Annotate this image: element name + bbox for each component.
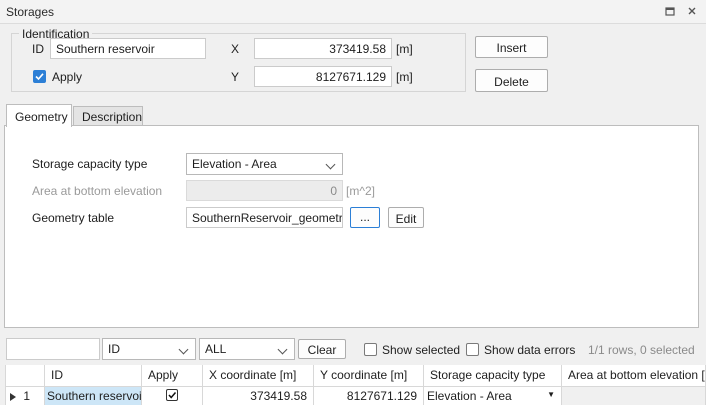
row-apply-checkbox[interactable]: [166, 389, 178, 401]
row-header-corner: [5, 365, 45, 387]
value-filter-select[interactable]: ALL: [199, 338, 295, 360]
edit-button[interactable]: Edit: [388, 207, 424, 228]
x-unit: [m]: [396, 42, 413, 56]
chevron-down-icon: [325, 159, 336, 170]
x-field[interactable]: 373419.58: [254, 38, 392, 59]
close-icon[interactable]: [684, 4, 700, 20]
id-label: ID: [32, 42, 44, 56]
window-titlebar: [0, 0, 706, 24]
restore-icon[interactable]: [662, 4, 678, 20]
column-header-id[interactable]: ID: [45, 365, 142, 387]
chevron-down-icon: [178, 344, 189, 355]
cell-y[interactable]: 8127671.129: [314, 387, 424, 405]
apply-label: Apply: [52, 70, 83, 84]
chevron-down-icon: [277, 344, 288, 355]
insert-button[interactable]: Insert: [475, 36, 548, 58]
geometry-table-field[interactable]: SouthernReservoir_geometry: [186, 207, 343, 228]
cell-capacity-type[interactable]: Elevation - Area ▼: [424, 387, 562, 405]
row-header[interactable]: 1: [5, 387, 45, 405]
row-status: 1/1 rows, 0 selected: [588, 343, 695, 357]
id-field[interactable]: Southern reservoir: [50, 38, 206, 59]
column-header-capacity-type[interactable]: Storage capacity type: [424, 365, 562, 387]
y-unit: [m]: [396, 70, 413, 84]
check-icon: [168, 392, 177, 399]
show-errors-checkbox[interactable]: [466, 343, 479, 356]
window-title: Storages: [6, 5, 55, 19]
row-number: 1: [23, 389, 31, 403]
show-selected-checkbox[interactable]: [364, 343, 377, 356]
browse-button[interactable]: ...: [350, 207, 380, 228]
search-input[interactable]: [6, 338, 100, 360]
bottom-area-label: Area at bottom elevation: [32, 184, 163, 198]
tab-description[interactable]: Description: [73, 106, 143, 126]
cell-apply[interactable]: [142, 387, 203, 405]
check-icon: [35, 73, 44, 81]
geometry-table-label: Geometry table: [32, 211, 115, 225]
cell-x[interactable]: 373419.58: [203, 387, 314, 405]
y-field[interactable]: 8127671.129: [254, 66, 392, 87]
apply-checkbox[interactable]: [33, 70, 46, 83]
dropdown-arrow-icon[interactable]: ▼: [547, 390, 555, 399]
column-header-bottom-area[interactable]: Area at bottom elevation [m: [562, 365, 706, 387]
capacity-type-label: Storage capacity type: [32, 157, 148, 171]
show-errors-label: Show data errors: [484, 343, 576, 357]
value-filter-value: ALL: [205, 342, 227, 356]
bottom-area-field: 0: [186, 180, 343, 201]
delete-button[interactable]: Delete: [475, 69, 548, 92]
cell-id[interactable]: Southern reservoir: [45, 387, 142, 405]
show-selected-label: Show selected: [382, 343, 461, 357]
bottom-area-unit: [m^2]: [346, 184, 375, 198]
column-header-x[interactable]: X coordinate [m]: [203, 365, 314, 387]
capacity-type-value: Elevation - Area: [192, 157, 277, 171]
column-filter-select[interactable]: ID: [102, 338, 196, 360]
y-label: Y: [231, 70, 240, 84]
x-label: X: [231, 42, 240, 56]
clear-button[interactable]: Clear: [298, 339, 346, 359]
column-header-y[interactable]: Y coordinate [m]: [314, 365, 424, 387]
tab-geometry[interactable]: Geometry: [6, 104, 72, 127]
column-filter-value: ID: [108, 342, 120, 356]
capacity-type-select[interactable]: Elevation - Area: [186, 153, 343, 175]
cell-bottom-area[interactable]: [562, 387, 706, 405]
current-row-icon: [10, 392, 16, 401]
column-header-apply[interactable]: Apply: [142, 365, 203, 387]
cell-capacity-type-value: Elevation - Area: [427, 389, 512, 403]
